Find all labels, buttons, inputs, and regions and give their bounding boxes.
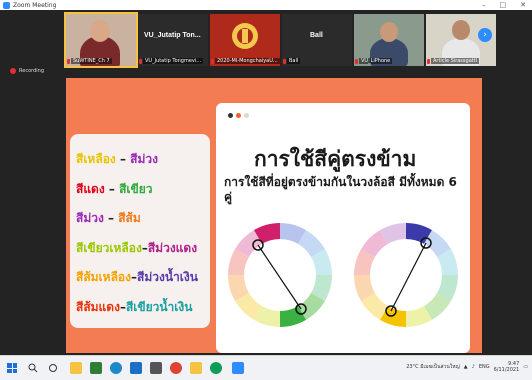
clock-date: 6/11/2021: [493, 367, 520, 373]
system-tray: 23°C มีเมฆเป็นส่วนใหญ่ ▲ ♪ ENG 9:47 6/11…: [406, 361, 528, 373]
window-dots: [228, 113, 249, 118]
participant-name: 2020-MI-MongchaiyaU...: [215, 58, 280, 64]
notifications-icon[interactable]: ▭: [523, 364, 528, 370]
windows-taskbar: 23°C มีเมฆเป็นส่วนใหญ่ ▲ ♪ ENG 9:47 6/11…: [0, 355, 532, 380]
office-icon[interactable]: [90, 362, 102, 374]
slide-title: การใช้สีคู่ตรงข้าม: [254, 147, 417, 171]
muted-mic-icon: [283, 59, 286, 64]
zoom-app-icon: [3, 1, 10, 9]
task-view-icon[interactable]: [48, 363, 58, 373]
close-button[interactable]: ✕: [520, 1, 526, 9]
muted-mic-icon: [139, 59, 142, 64]
muted-mic-icon: [427, 59, 430, 64]
participant-strip: SuWTINE_Ch 7 VU_Jutatip Ton... VU_Jutati…: [64, 12, 496, 68]
pair-color-2: สีส้ม: [118, 211, 141, 225]
color-pair: สีเหลือง – สีม่วง: [76, 152, 158, 166]
weather-label[interactable]: 23°C มีเมฆเป็นส่วนใหญ่: [406, 363, 460, 371]
color-wheel-right: [354, 223, 458, 327]
volume-icon[interactable]: ♪: [472, 364, 475, 370]
participant-tile[interactable]: 2020-MI-MongchaiyaU...: [210, 14, 280, 66]
zoom-taskbar-icon[interactable]: [232, 362, 244, 374]
participant-display-name: VU_Jutatip Ton...: [144, 32, 201, 39]
slide-subtitle: การใช้สีที่อยู่ตรงข้ามกันในวงล้อสี มีทั้…: [224, 175, 457, 204]
muted-mic-icon: [355, 59, 358, 64]
participant-tile[interactable]: VU_Jutatip Ton... VU_Jutatip Tongmevi...: [138, 14, 208, 66]
pair-color-2: สีเขียวน้ำเงิน: [125, 299, 193, 314]
chrome-profile-icon[interactable]: [210, 362, 222, 374]
search-icon[interactable]: [28, 363, 38, 373]
participant-name: Ball: [287, 58, 301, 64]
pair-color-1: สีส้มแดง: [76, 299, 120, 314]
meeting-stage: SuWTINE_Ch 7 VU_Jutatip Ton... VU_Jutati…: [0, 10, 532, 355]
store-icon[interactable]: [150, 362, 162, 374]
record-dot-icon: [10, 68, 16, 74]
pair-color-1: สีส้มเหลือง: [76, 270, 131, 284]
muted-mic-icon: [211, 59, 214, 64]
window-title: Zoom Meeting: [13, 1, 57, 9]
pair-color-1: สีม่วง: [76, 211, 104, 225]
pair-color-2: สีม่วงน้ำเงิน: [137, 270, 198, 284]
chrome-icon[interactable]: [170, 362, 182, 374]
network-icon[interactable]: ▲: [464, 364, 468, 370]
participant-tile[interactable]: SuWTINE_Ch 7: [64, 12, 138, 68]
edge-icon[interactable]: [110, 362, 122, 374]
zoom-window: Zoom Meeting – □ ✕ SuWTINE_Ch 7 VU_Jutat…: [0, 0, 532, 380]
start-button[interactable]: [7, 363, 17, 373]
participant-tile[interactable]: VU_LiPhone: [354, 14, 424, 66]
recording-indicator: Recording: [10, 68, 44, 74]
color-wheel-left: [228, 223, 332, 327]
participant-tile[interactable]: Ball Ball: [282, 14, 352, 66]
title-bar: Zoom Meeting – □ ✕: [0, 0, 532, 10]
participant-name: VU_LiPhone: [359, 58, 393, 64]
mail-icon[interactable]: [130, 362, 142, 374]
color-pair: สีเขียวเหลือง–สีม่วงแดง: [76, 240, 198, 255]
shared-screen-slide: สีเหลือง – สีม่วง สีแดง – สีเขียว สีม่วง…: [66, 78, 482, 353]
clock[interactable]: 9:47 6/11/2021: [494, 361, 520, 373]
next-page-button[interactable]: ›: [478, 28, 492, 42]
color-pair: สีส้มแดง–สีเขียวน้ำเงิน: [76, 299, 193, 314]
color-pair: สีม่วง – สีส้ม: [76, 211, 141, 225]
maximize-button[interactable]: □: [500, 1, 507, 9]
participant-name: VU_Jutatip Tongmevi...: [143, 58, 204, 64]
slide-content-card: การใช้สีคู่ตรงข้าม การใช้สีที่อยู่ตรงข้า…: [216, 103, 470, 353]
color-pairs-card: สีเหลือง – สีม่วง สีแดง – สีเขียว สีม่วง…: [70, 134, 210, 328]
color-pair: สีส้มเหลือง–สีม่วงน้ำเงิน: [76, 270, 198, 284]
pair-color-1: สีเหลือง: [76, 152, 116, 166]
participant-display-name: Ball: [310, 32, 323, 39]
file-explorer-icon[interactable]: [70, 362, 82, 374]
pair-color-1: สีแดง: [76, 181, 105, 196]
muted-mic-icon: [67, 59, 70, 64]
language-indicator[interactable]: ENG: [479, 364, 490, 370]
participant-name: Article Sirassgattl: [431, 58, 480, 64]
pair-color-2: สีม่วงแดง: [147, 240, 198, 255]
recording-label: Recording: [19, 68, 45, 74]
minimize-button[interactable]: –: [482, 1, 486, 9]
pair-color-2: สีม่วง: [130, 152, 158, 166]
folder-icon[interactable]: [190, 362, 202, 374]
pair-color-2: สีเขียว: [119, 181, 153, 196]
pair-color-1: สีเขียวเหลือง: [76, 240, 142, 255]
participant-name: SuWTINE_Ch 7: [71, 58, 112, 64]
color-pair: สีแดง – สีเขียว: [76, 181, 153, 196]
